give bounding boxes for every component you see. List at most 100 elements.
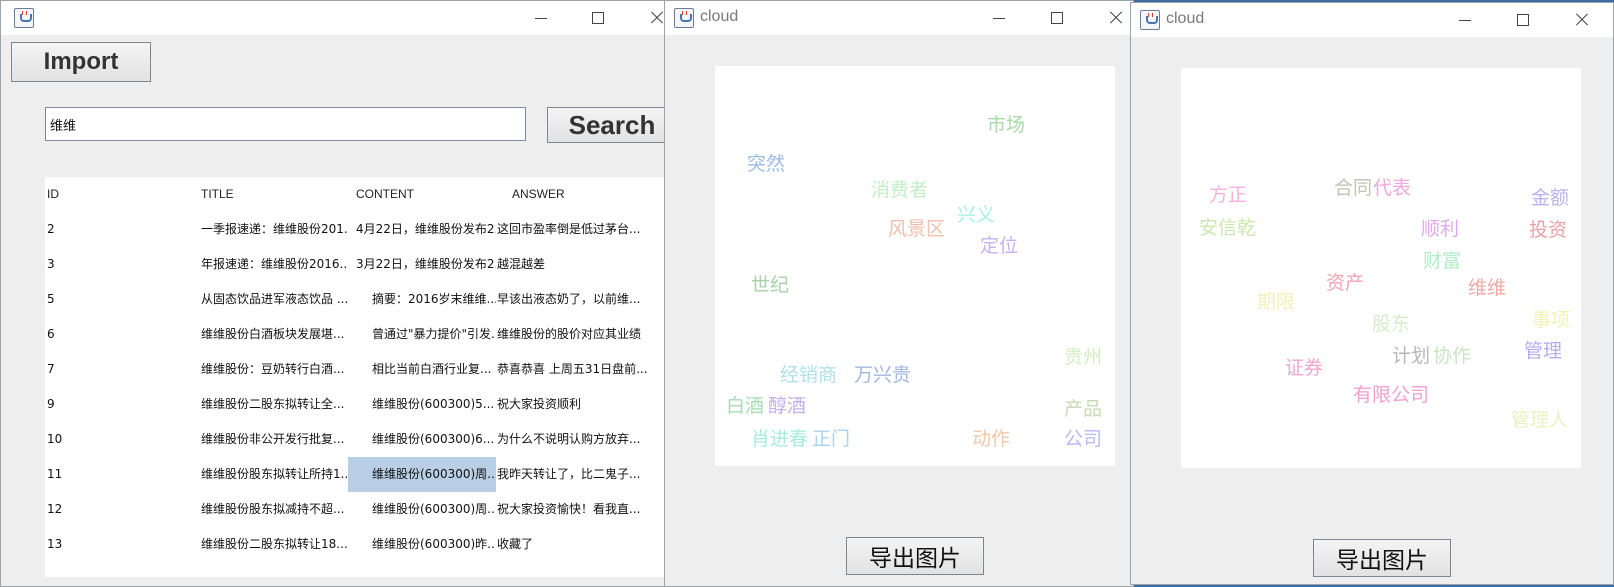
cell-title[interactable]: 一季报速递：维维股份201... <box>201 212 347 247</box>
cloud-1-title-bar[interactable]: cloud <box>665 1 1133 35</box>
cell-content[interactable]: 曾通过"暴力提价"引发... <box>348 317 496 352</box>
column-header-answer[interactable]: ANSWER <box>512 177 682 212</box>
cell-id[interactable]: 2 <box>47 212 197 247</box>
search-button[interactable]: Search <box>547 107 677 143</box>
export-image-button[interactable]: 导出图片 <box>846 537 984 575</box>
cell-content[interactable]: 维维股份(600300)昨... <box>348 527 496 562</box>
cloud-word: 安信乾 <box>1199 217 1257 239</box>
table-row[interactable]: 3 年报速递：维维股份2016... 3月22日，维维股份发布2... 越混越差 <box>45 247 685 282</box>
cloud-word: 管理 <box>1524 340 1563 362</box>
export-image-button[interactable]: 导出图片 <box>1313 539 1451 577</box>
cell-answer[interactable]: 早该出液态奶了，以前维... <box>497 282 685 317</box>
cloud-2-title-bar[interactable]: cloud <box>1131 3 1613 37</box>
cloud-window-2: cloud 方正 合同 代表 金额 安信乾 顺利 投资 财富 资产 维维 期限 股东 事项 管理 计划 协作证… <box>1130 2 1614 585</box>
maximize-icon[interactable] <box>589 9 607 27</box>
table-row[interactable]: 6 维维股份白酒板块发展堪... 曾通过"暴力提价"引发... 维维股份的股价对应其业… <box>45 317 685 352</box>
minimize-icon[interactable] <box>1456 11 1474 29</box>
cloud-word: 定位 <box>980 235 1019 257</box>
column-header-title[interactable]: TITLE <box>201 177 351 212</box>
cloud-word: 代表 <box>1373 177 1412 199</box>
cell-title[interactable]: 从固态饮品进军液态饮品 ... <box>201 282 347 317</box>
cloud-word: 维维 <box>1468 277 1507 299</box>
cloud-word: 风景区 <box>888 218 946 240</box>
table-row[interactable]: 7 维维股份：豆奶转行白酒... 相比当前白酒行业复... 恭喜恭喜 上周五31日盘前… <box>45 352 685 387</box>
close-icon[interactable] <box>1107 9 1125 27</box>
cloud-word: 贵州 <box>1064 346 1103 368</box>
cell-answer[interactable]: 我昨天转让了，比二鬼子... <box>497 457 685 492</box>
cell-id[interactable]: 5 <box>47 282 197 317</box>
minimize-icon[interactable] <box>532 9 550 27</box>
cell-content[interactable]: 摘要：2016岁末维维... <box>348 282 496 317</box>
cell-id[interactable]: 6 <box>47 317 197 352</box>
cloud-word: 金额 <box>1531 187 1570 209</box>
cloud-word: 公司 <box>1064 428 1103 450</box>
cloud-word: 世纪 <box>751 274 790 296</box>
cloud-word: 协作 <box>1433 345 1472 367</box>
cell-content[interactable]: 相比当前白酒行业复... <box>348 352 496 387</box>
table-row[interactable]: 11 维维股份股东拟转让所持1... 维维股份(600300)周... 我昨天转让了，… <box>45 457 685 492</box>
cell-id[interactable]: 9 <box>47 387 197 422</box>
cell-answer[interactable]: 恭喜恭喜 上周五31日盘前... <box>497 352 685 387</box>
table-row[interactable]: 10 维维股份非公开发行批复... 维维股份(600300)6... 为什么不说明认购… <box>45 422 685 457</box>
cell-id[interactable]: 11 <box>47 457 197 492</box>
cloud-word: 期限 <box>1257 291 1296 313</box>
cloud-word: 产品 <box>1064 398 1103 420</box>
cloud-word: 有限公司 <box>1353 384 1430 406</box>
cell-title[interactable]: 年报速递：维维股份2016... <box>201 247 347 282</box>
cloud-word: 计划 <box>1392 345 1431 367</box>
cell-content[interactable]: 4月22日，维维股份发布2... <box>348 212 496 247</box>
cloud-word: 市场 <box>987 114 1026 136</box>
table-row[interactable]: 12 维维股份股东拟减持不超... 维维股份(600300)周... 祝大家投资愉快！… <box>45 492 685 527</box>
main-title-bar[interactable] <box>1 1 687 35</box>
cell-content[interactable]: 维维股份(600300)6... <box>348 422 496 457</box>
cell-answer[interactable]: 祝大家投资顺利 <box>497 387 685 422</box>
cell-title[interactable]: 维维股份股东拟减持不超... <box>201 492 347 527</box>
search-input[interactable] <box>45 107 526 141</box>
minimize-icon[interactable] <box>990 9 1008 27</box>
close-icon[interactable] <box>1573 11 1591 29</box>
cell-id[interactable]: 12 <box>47 492 197 527</box>
cell-title[interactable]: 维维股份股东拟转让所持1... <box>201 457 347 492</box>
cell-answer[interactable]: 为什么不说明认购方放弃... <box>497 422 685 457</box>
cell-answer[interactable]: 祝大家投资愉快！看我直... <box>497 492 685 527</box>
maximize-icon[interactable] <box>1048 9 1066 27</box>
cloud-word: 投资 <box>1529 219 1568 241</box>
table-row[interactable]: 13 维维股份二股东拟转让18.... 维维股份(600300)昨... 收藏了 <box>45 527 685 562</box>
cloud-2-window-title: cloud <box>1166 10 1205 27</box>
cloud-word: 经销商 <box>780 364 838 386</box>
cell-id[interactable]: 10 <box>47 422 197 457</box>
cell-title[interactable]: 维维股份白酒板块发展堪... <box>201 317 347 352</box>
java-app-icon <box>1140 10 1160 30</box>
main-window: Import Search ID TITLE CONTENT ANSWER 2一… <box>0 0 688 587</box>
cell-id[interactable]: 7 <box>47 352 197 387</box>
cell-title[interactable]: 维维股份二股东拟转让18.... <box>201 527 347 562</box>
table-row[interactable]: 5 从固态饮品进军液态饮品 ... 摘要：2016岁末维维... 早该出液态奶了，以前… <box>45 282 685 317</box>
table-row[interactable]: 2 一季报速递：维维股份201... 4月22日，维维股份发布2... 这回市盈率倒是… <box>45 212 685 247</box>
cell-id[interactable]: 3 <box>47 247 197 282</box>
cell-content[interactable]: 维维股份(600300)5... <box>348 387 496 422</box>
java-app-icon <box>674 8 694 28</box>
cell-title[interactable]: 维维股份：豆奶转行白酒... <box>201 352 347 387</box>
import-button[interactable]: Import <box>11 42 151 82</box>
cell-content[interactable]: 维维股份(600300)周... <box>348 492 496 527</box>
cloud-word: 正门 <box>812 428 851 450</box>
cell-answer[interactable]: 收藏了 <box>497 527 685 562</box>
cloud-window-1: cloud 市场 突然 消费者 兴义 风景区 定位 世纪 贵州 经销商 万兴贵 白酒 醇酒 产品 肖进春正… <box>664 0 1134 587</box>
cell-title[interactable]: 维维股份非公开发行批复... <box>201 422 347 457</box>
cell-title[interactable]: 维维股份二股东拟转让全... <box>201 387 347 422</box>
column-header-id[interactable]: ID <box>47 177 197 212</box>
cell-answer[interactable]: 维维股份的股价对应其业绩 <box>497 317 685 352</box>
column-header-content[interactable]: CONTENT <box>356 177 506 212</box>
table-row[interactable]: 9 维维股份二股东拟转让全... 维维股份(600300)5... 祝大家投资顺利 <box>45 387 685 422</box>
cloud-1-window-title: cloud <box>700 8 739 25</box>
word-cloud-canvas: 市场 突然 消费者 兴义 风景区 定位 世纪 贵州 经销商 万兴贵 白酒 醇酒 产品 肖进春 正门 动作 公司 <box>715 66 1115 466</box>
cloud-word: 顺利 <box>1421 218 1460 240</box>
cell-id[interactable]: 13 <box>47 527 197 562</box>
maximize-icon[interactable] <box>1514 11 1532 29</box>
cell-answer[interactable]: 这回市盈率倒是低过茅台... <box>497 212 685 247</box>
cell-content[interactable]: 维维股份(600300)周... <box>348 457 496 492</box>
cell-answer[interactable]: 越混越差 <box>497 247 685 282</box>
cell-content[interactable]: 3月22日，维维股份发布2... <box>348 247 496 282</box>
cloud-word: 醇酒 <box>768 395 807 417</box>
cloud-word: 合同 <box>1334 177 1373 199</box>
